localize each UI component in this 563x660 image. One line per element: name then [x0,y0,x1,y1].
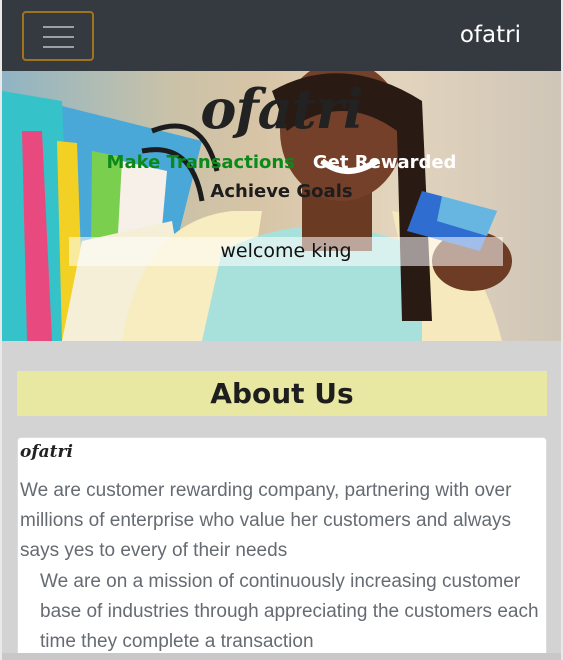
hamburger-menu-icon [43,26,74,28]
card-title: ofatri [20,442,73,462]
tagline-achieve-goals: Achieve Goals [210,181,353,202]
tagline-make-transactions: Make Transactions [106,152,295,173]
tagline-get-rewarded: Get Rewarded [312,152,457,173]
hamburger-line [43,36,74,38]
navbar-brand-link[interactable]: ofatri [460,22,521,48]
about-us-heading: About Us [17,371,547,416]
about-paragraph-1: We are customer rewarding company, partn… [20,480,512,561]
top-navbar: ofatri [2,0,561,71]
about-card: ofatri We are customer rewarding company… [17,437,547,660]
hero-tagline: Make Transactions Get Rewarded [2,152,561,173]
welcome-message: welcome king [69,237,503,266]
page-frame: ofatri ofatri Make Transactions Get Rewa… [2,0,561,660]
hamburger-line [43,46,74,48]
about-paragraph-2: We are on a mission of continuously incr… [40,571,539,652]
horizontal-scrollbar[interactable] [2,653,561,660]
hero-logo: ofatri [200,77,363,141]
hero-banner: ofatri Make Transactions Get Rewarded Ach… [2,71,561,341]
navbar-toggler-button[interactable] [22,11,94,61]
